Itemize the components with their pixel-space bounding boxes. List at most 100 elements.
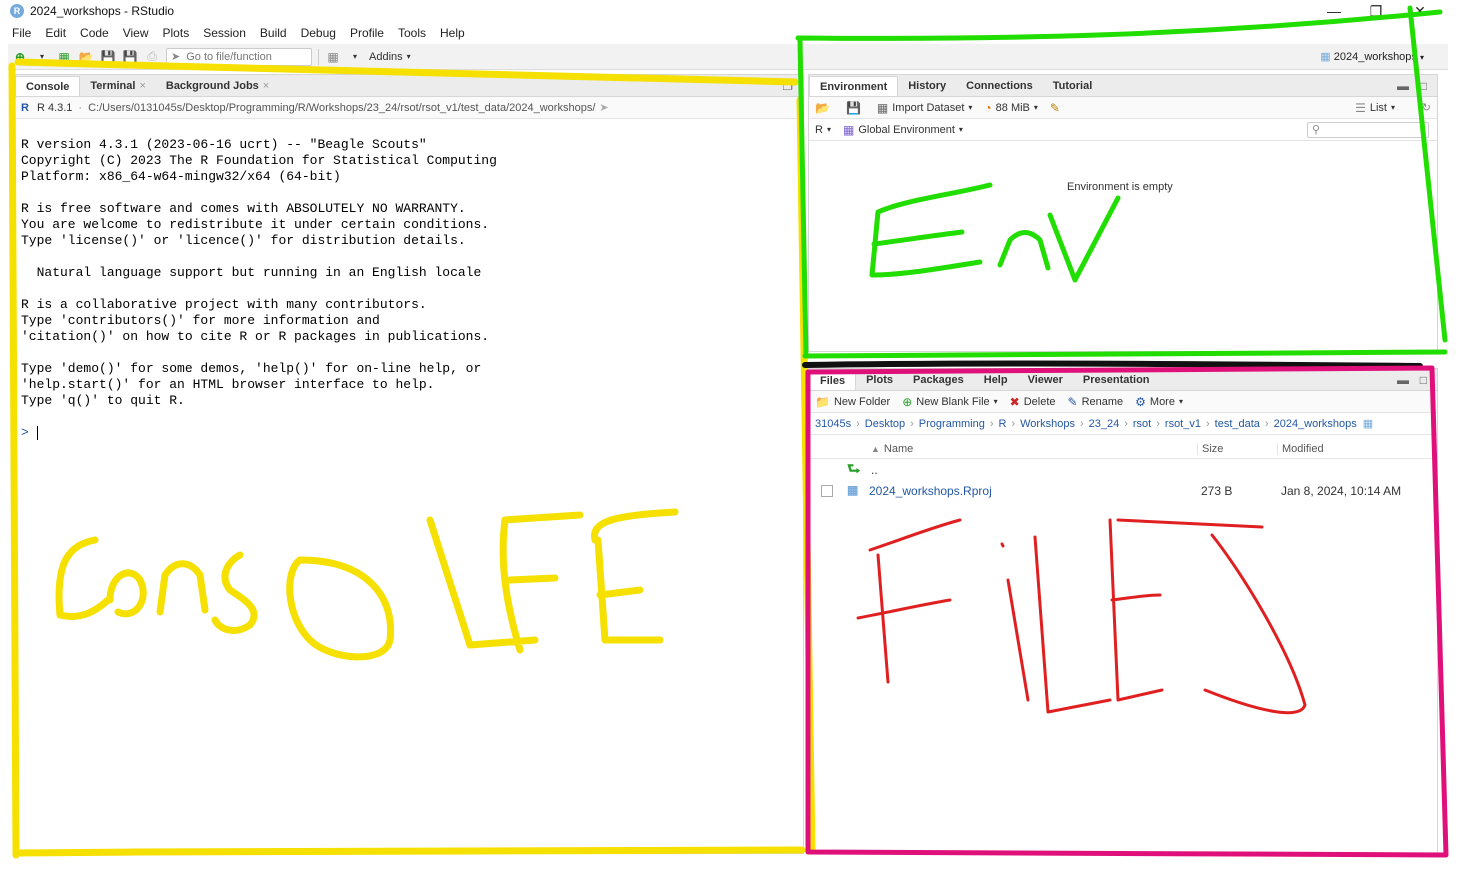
tab-viewer[interactable]: Viewer [1018,370,1073,390]
breadcrumb-item[interactable]: test_data [1215,418,1260,430]
chevron-down-icon[interactable]: ▾ [407,52,411,61]
menu-edit[interactable]: Edit [45,26,66,40]
environment-scope-select[interactable]: ▦ Global Environment ▾ [843,123,963,137]
save-all-icon[interactable]: 💾 [122,49,138,65]
breadcrumb-item[interactable]: Workshops [1020,418,1075,430]
menu-tools[interactable]: Tools [398,26,426,40]
menu-debug[interactable]: Debug [301,26,336,40]
view-mode-button[interactable]: ☰ List ▾ [1355,101,1395,115]
breadcrumb-item[interactable]: 2024_workshops [1274,418,1357,430]
language-select[interactable]: R ▾ [815,124,831,136]
sort-by-size-header[interactable]: Size [1197,443,1223,455]
menu-build[interactable]: Build [260,26,287,40]
load-workspace-icon[interactable]: 📂 [815,101,834,115]
pane-divider-annotation [802,360,1423,369]
console-prompt[interactable]: > [21,425,38,440]
chevron-down-icon[interactable]: ▾ [34,49,50,65]
minimize-pane-icon[interactable]: ▬ [1397,373,1409,387]
separator-dot: · [78,101,83,114]
close-tab-icon[interactable]: × [139,80,145,92]
memory-usage-button[interactable]: ◔ 88 MiB ▾ [984,101,1038,115]
breadcrumb-item[interactable]: rsot_v1 [1165,418,1201,430]
console-tabbar: Console Terminal × Background Jobs × ❐ [15,75,803,97]
tab-packages[interactable]: Packages [903,370,974,390]
maximize-pane-icon[interactable]: ❐ [782,79,793,93]
breadcrumb-item[interactable]: R [999,418,1007,430]
import-dataset-button[interactable]: ▦ Import Dataset ▾ [877,101,973,115]
environment-empty-message: Environment is empty [1067,181,1173,193]
sort-by-name-header[interactable]: ▲ Name [871,443,913,455]
rproj-file-icon: ▦ [847,483,859,497]
print-icon[interactable]: ⎙ [144,49,160,65]
menu-file[interactable]: File [12,26,31,40]
table-row[interactable]: ⮑ .. [809,457,1437,481]
menu-profile[interactable]: Profile [350,26,384,40]
plus-circle-icon: ⊕ [902,394,913,409]
sort-by-modified-header[interactable]: Modified [1277,443,1324,455]
file-checkbox[interactable] [821,485,833,497]
minimize-pane-icon[interactable]: ▬ [1397,79,1409,93]
r-logo-icon: R [21,101,29,114]
tab-background-jobs[interactable]: Background Jobs × [156,76,279,96]
chevron-down-icon[interactable]: ▾ [347,49,363,65]
environment-search-input[interactable]: ⚲ [1307,122,1429,138]
console-output: R version 4.3.1 (2023-06-16 ucrt) -- "Be… [21,137,497,408]
save-icon[interactable]: 💾 [100,49,116,65]
new-file-icon[interactable]: ⊕ [12,49,28,65]
parent-directory-link[interactable]: .. [871,463,878,477]
breadcrumb-item[interactable]: 23_24 [1089,418,1120,430]
open-file-icon[interactable]: 📂 [78,49,94,65]
project-icon: ▦ [1320,51,1331,63]
menu-code[interactable]: Code [80,26,109,40]
minimize-icon[interactable]: — [1322,2,1346,20]
project-icon[interactable]: ▦ [1363,417,1373,430]
tab-terminal[interactable]: Terminal × [80,76,155,96]
tab-presentation[interactable]: Presentation [1073,370,1160,390]
close-icon[interactable]: ✕ [1408,2,1432,20]
tab-history[interactable]: History [898,76,956,96]
menu-help[interactable]: Help [440,26,465,40]
list-icon: ☰ [1355,100,1366,115]
go-to-file-input[interactable]: ➤ Go to file/function [166,47,312,66]
breadcrumb-item[interactable]: 31045s [815,418,851,430]
table-row[interactable]: ▦ 2024_workshops.Rproj 273 B Jan 8, 2024… [809,479,1437,503]
tab-environment[interactable]: Environment [809,76,899,96]
menu-session[interactable]: Session [203,26,246,40]
rename-button[interactable]: ✎ Rename [1068,395,1124,409]
working-directory-path[interactable]: C:/Users/0131045s/Desktop/Programming/R/… [88,102,595,114]
project-menu[interactable]: ▦ 2024_workshops ▾ [1320,50,1424,63]
menu-view[interactable]: View [123,26,149,40]
pane-layout-icon[interactable]: ▦ [325,49,341,65]
new-folder-button[interactable]: 📁 New Folder [815,395,890,409]
tab-files[interactable]: Files [809,370,857,390]
tab-console[interactable]: Console [15,76,81,96]
close-tab-icon[interactable]: × [263,80,269,92]
save-workspace-icon[interactable]: 💾 [846,101,865,115]
breadcrumb-item[interactable]: Programming [919,418,985,430]
gear-icon: ⚙ [1135,394,1146,409]
go-to-directory-icon[interactable]: ➤ [599,101,608,114]
addins-button[interactable]: Addins [369,51,403,63]
delete-button[interactable]: ✖ Delete [1010,395,1056,409]
clear-workspace-icon[interactable]: ✎ [1050,101,1064,115]
restore-icon[interactable]: ❐ [1364,2,1388,20]
environment-toolbar: 📂 💾 ▦ Import Dataset ▾ ◔ 88 MiB ▾ ✎ ☰ List ▾ ↻ [809,97,1437,119]
arrow-right-icon: ➤ [171,51,181,63]
files-tabbar: Files Plots Packages Help Viewer Present… [809,369,1437,391]
refresh-icon[interactable]: ↻ [1422,101,1431,114]
maximize-pane-icon[interactable]: □ [1420,373,1427,387]
file-name-link[interactable]: 2024_workshops.Rproj [869,484,992,498]
more-button[interactable]: ⚙ More ▾ [1135,395,1183,409]
new-project-icon[interactable]: ▦ [56,49,72,65]
tab-help[interactable]: Help [974,370,1018,390]
new-blank-file-button[interactable]: ⊕ New Blank File ▾ [902,395,997,409]
tab-connections[interactable]: Connections [956,76,1043,96]
breadcrumb-item[interactable]: rsot [1133,418,1151,430]
environment-tabbar: Environment History Connections Tutorial… [809,75,1437,97]
tab-plots[interactable]: Plots [856,370,903,390]
menu-plots[interactable]: Plots [163,26,190,40]
breadcrumb-item[interactable]: Desktop [865,418,905,430]
text-cursor [36,425,38,440]
maximize-pane-icon[interactable]: □ [1420,79,1427,93]
tab-tutorial[interactable]: Tutorial [1043,76,1103,96]
